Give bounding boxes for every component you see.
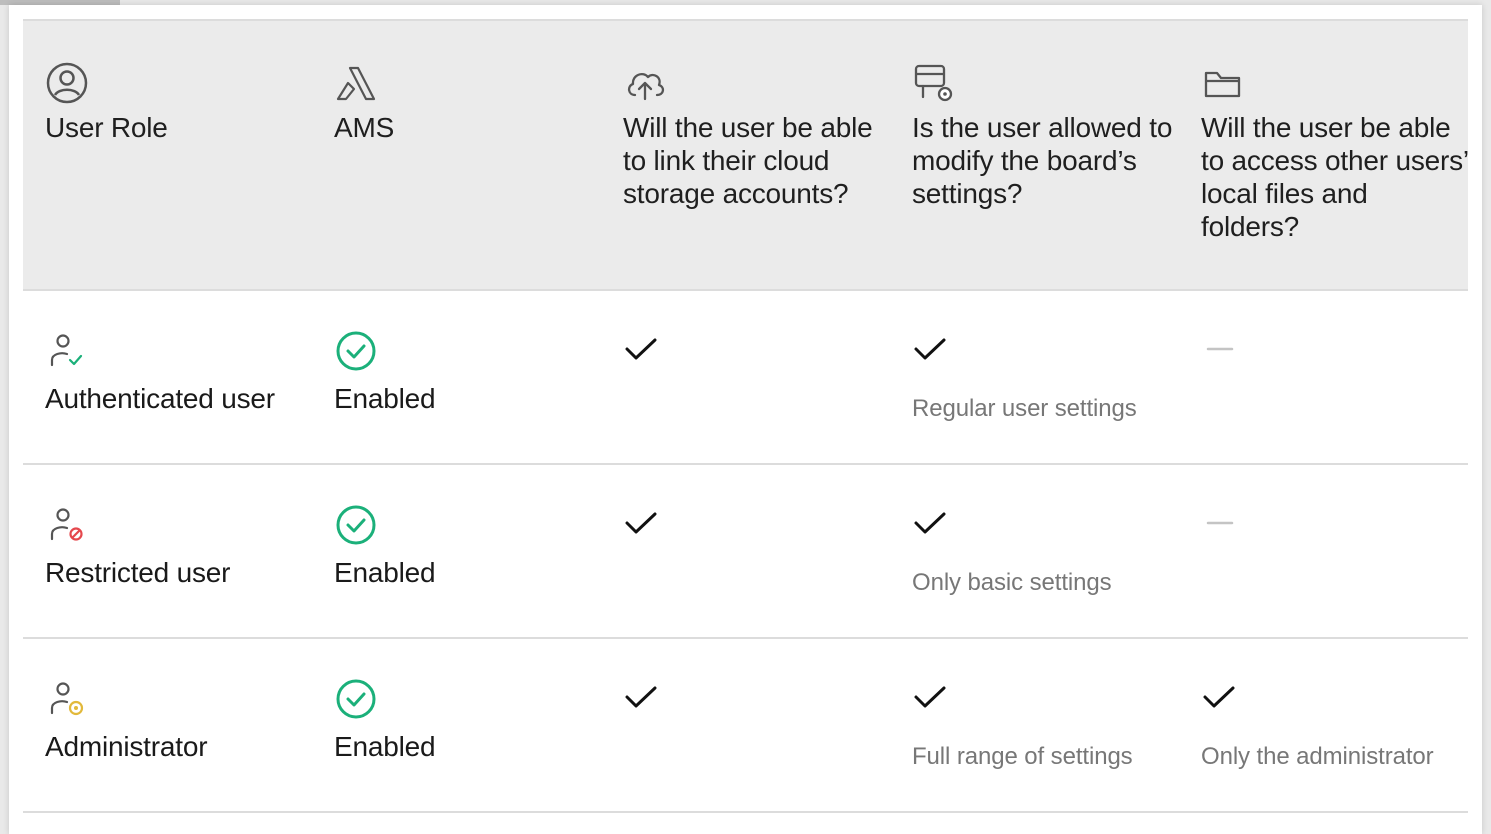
check-icon (914, 338, 946, 360)
user-blocked-icon (50, 508, 83, 541)
files-note: Only the administrator (1201, 743, 1434, 770)
table-row: Restricted user Enabled Only basic setti… (23, 465, 1468, 637)
dash-icon (1206, 521, 1234, 525)
folder-icon (1204, 71, 1241, 98)
settings-cell: Only basic settings (890, 465, 1179, 637)
header-col-settings: Is the user allowed to modify the board’… (890, 21, 1179, 289)
cloud-upload-icon (627, 73, 665, 101)
ams-status: Enabled (334, 557, 436, 588)
check-circle-icon (336, 679, 376, 719)
permissions-table: User Role AMS Will the user be able to l… (23, 19, 1468, 813)
ams-cell: Enabled (312, 465, 601, 637)
header-col-files: Will the user be able to access other us… (1179, 21, 1468, 289)
table-header-row: User Role AMS Will the user be able to l… (23, 21, 1468, 289)
ams-logo-icon (336, 66, 376, 101)
ams-cell: Enabled (312, 639, 601, 811)
check-icon (914, 512, 946, 534)
role-cell: Administrator (23, 639, 312, 811)
ams-status: Enabled (334, 383, 436, 414)
files-cell (1179, 291, 1468, 463)
settings-note: Regular user settings (912, 395, 1137, 422)
header-label: Will the user be able to link their clou… (623, 112, 873, 209)
check-icon (1203, 686, 1235, 708)
table-row: Authenticated user Enabled Regular user … (23, 291, 1468, 463)
settings-cell: Regular user settings (890, 291, 1179, 463)
header-label: Will the user be able to access other us… (1201, 112, 1468, 242)
user-admin-icon (50, 682, 84, 716)
check-icon (625, 512, 657, 534)
header-label: User Role (45, 112, 168, 143)
header-col-cloud: Will the user be able to link their clou… (601, 21, 890, 289)
user-circle-icon (46, 62, 88, 104)
ams-cell: Enabled (312, 291, 601, 463)
files-cell: Only the administrator (1179, 639, 1468, 811)
user-check-icon (50, 334, 83, 367)
files-cell (1179, 465, 1468, 637)
role-name: Authenticated user (45, 383, 275, 414)
header-label: AMS (334, 112, 395, 143)
ams-status: Enabled (334, 731, 436, 762)
dash-icon (1206, 347, 1234, 351)
settings-cell: Full range of settings (890, 639, 1179, 811)
role-cell: Authenticated user (23, 291, 312, 463)
header-col-ams: AMS (312, 21, 601, 289)
table-divider (23, 811, 1468, 813)
role-cell: Restricted user (23, 465, 312, 637)
check-icon (625, 338, 657, 360)
settings-note: Only basic settings (912, 569, 1112, 596)
cloud-cell (601, 639, 890, 811)
check-circle-icon (336, 505, 376, 545)
header-col-user-role: User Role (23, 21, 312, 289)
header-label: Is the user allowed to modify the board’… (912, 112, 1173, 209)
table-row: Administrator Enabled Full range of sett… (23, 639, 1468, 811)
role-name: Administrator (45, 731, 208, 762)
board-settings-icon (914, 64, 953, 102)
permissions-card: User Role AMS Will the user be able to l… (9, 5, 1482, 834)
role-name: Restricted user (45, 557, 231, 588)
settings-note: Full range of settings (912, 743, 1133, 770)
check-icon (625, 686, 657, 708)
cloud-cell (601, 465, 890, 637)
check-icon (914, 686, 946, 708)
check-circle-icon (336, 331, 376, 371)
cloud-cell (601, 291, 890, 463)
